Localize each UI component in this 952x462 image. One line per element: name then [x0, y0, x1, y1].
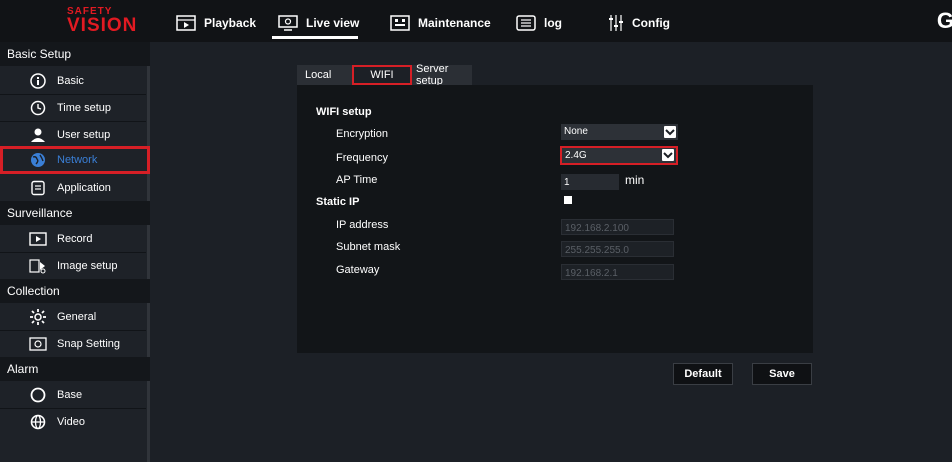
- info-icon: [30, 73, 46, 89]
- sidebar-item-network[interactable]: Network: [0, 146, 150, 174]
- clock-icon: [30, 100, 46, 116]
- nav-playback-label: Playback: [204, 16, 257, 30]
- ip-address-input[interactable]: 192.168.2.100: [561, 219, 674, 235]
- sidebar-item-time-setup[interactable]: Time setup: [0, 95, 150, 121]
- subnet-mask-label: Subnet mask: [336, 241, 401, 253]
- nav-log-label: log: [544, 16, 562, 30]
- sidebar: Basic Setup Basic Time setup User setup …: [0, 42, 150, 462]
- wifi-setup-heading: WIFI setup: [316, 106, 372, 118]
- camera-icon: [29, 337, 47, 351]
- subnet-mask-input[interactable]: 255.255.255.0: [561, 241, 674, 257]
- nav-log[interactable]: log: [516, 12, 562, 34]
- ap-time-label: AP Time: [336, 174, 378, 186]
- encryption-select[interactable]: None: [561, 124, 678, 140]
- tab-wifi[interactable]: WIFI: [352, 65, 412, 85]
- circle-icon: [30, 387, 46, 403]
- edge-glyph: G: [936, 8, 952, 33]
- frequency-select[interactable]: 2.4G: [560, 146, 678, 165]
- sidebar-item-application-label: Application: [57, 182, 111, 194]
- frequency-value: 2.4G: [565, 150, 587, 161]
- nav-live-view-label: Live view: [306, 16, 360, 30]
- nav-live-view[interactable]: Live view: [278, 12, 359, 34]
- static-ip-checkbox[interactable]: [564, 196, 572, 204]
- sidebar-group-collection: Collection: [0, 279, 150, 303]
- frequency-label: Frequency: [336, 152, 388, 164]
- record-icon: [29, 232, 47, 246]
- sidebar-group-surveillance: Surveillance: [0, 201, 150, 225]
- video-globe-icon: [30, 414, 46, 430]
- maintenance-icon: [390, 15, 410, 31]
- tab-server-setup[interactable]: Server setup: [412, 63, 472, 87]
- nav-maintenance[interactable]: Maintenance: [390, 12, 491, 34]
- gateway-label: Gateway: [336, 264, 380, 276]
- encryption-label: Encryption: [336, 128, 388, 140]
- save-button[interactable]: Save: [752, 363, 812, 385]
- chevron-down-icon: [664, 126, 676, 138]
- nav-active-indicator: [272, 36, 358, 39]
- general-gear-icon: [30, 309, 46, 325]
- tab-wifi-label: WIFI: [370, 69, 394, 81]
- ap-time-input[interactable]: 1: [561, 174, 619, 190]
- sidebar-item-basic[interactable]: Basic: [0, 68, 150, 94]
- live-view-icon: [278, 15, 298, 31]
- sidebar-item-video[interactable]: Video: [0, 409, 150, 435]
- safety-vision-logo: SAFETY VISION: [34, 6, 138, 36]
- sidebar-item-network-label: Network: [57, 154, 98, 166]
- image-setup-icon: [29, 259, 46, 274]
- nav-config-label: Config: [632, 16, 670, 30]
- sidebar-item-general-label: General: [57, 311, 97, 323]
- sidebar-item-user-setup[interactable]: User setup: [0, 122, 150, 148]
- sidebar-item-image-setup[interactable]: Image setup: [0, 253, 150, 279]
- gateway-input[interactable]: 192.168.2.1: [561, 264, 674, 280]
- tab-local-label: Local: [305, 69, 332, 81]
- application-icon: [31, 180, 45, 196]
- sidebar-item-user-setup-label: User setup: [57, 129, 111, 141]
- sidebar-item-base[interactable]: Base: [0, 382, 150, 408]
- sidebar-item-image-setup-label: Image setup: [57, 260, 118, 272]
- nav-maintenance-label: Maintenance: [418, 16, 491, 30]
- nav-playback[interactable]: Playback: [176, 12, 256, 34]
- top-navigation-bar: SAFETY VISION Playback Live view Mainten…: [0, 0, 952, 42]
- sidebar-item-snap-setting[interactable]: Snap Setting: [0, 331, 150, 357]
- playback-icon: [176, 15, 196, 31]
- tab-server-setup-label: Server setup: [416, 63, 449, 87]
- static-ip-heading: Static IP: [316, 196, 360, 208]
- config-icon: [609, 15, 623, 31]
- sidebar-item-video-label: Video: [57, 416, 85, 428]
- encryption-value: None: [564, 126, 588, 137]
- sidebar-item-time-setup-label: Time setup: [57, 102, 112, 114]
- ip-address-label: IP address: [336, 219, 389, 231]
- network-globe-icon: [31, 153, 45, 167]
- sidebar-item-record-label: Record: [57, 233, 93, 245]
- sidebar-item-basic-label: Basic: [57, 75, 84, 87]
- sidebar-item-record[interactable]: Record: [0, 226, 150, 252]
- sidebar-group-basic-setup: Basic Setup: [0, 42, 150, 66]
- sidebar-item-general[interactable]: General: [0, 304, 150, 330]
- sidebar-item-base-label: Base: [57, 389, 83, 401]
- ap-time-unit: min: [625, 173, 645, 187]
- log-icon: [516, 15, 536, 31]
- chevron-down-icon: [662, 149, 674, 161]
- sidebar-group-alarm: Alarm: [0, 357, 150, 381]
- default-button[interactable]: Default: [673, 363, 733, 385]
- logo-name: VISION: [67, 15, 138, 36]
- nav-config[interactable]: Config: [608, 12, 670, 34]
- tab-local[interactable]: Local: [297, 65, 352, 85]
- sidebar-item-application[interactable]: Application: [0, 175, 150, 201]
- user-icon: [31, 128, 45, 142]
- sidebar-item-snap-setting-label: Snap Setting: [57, 338, 120, 350]
